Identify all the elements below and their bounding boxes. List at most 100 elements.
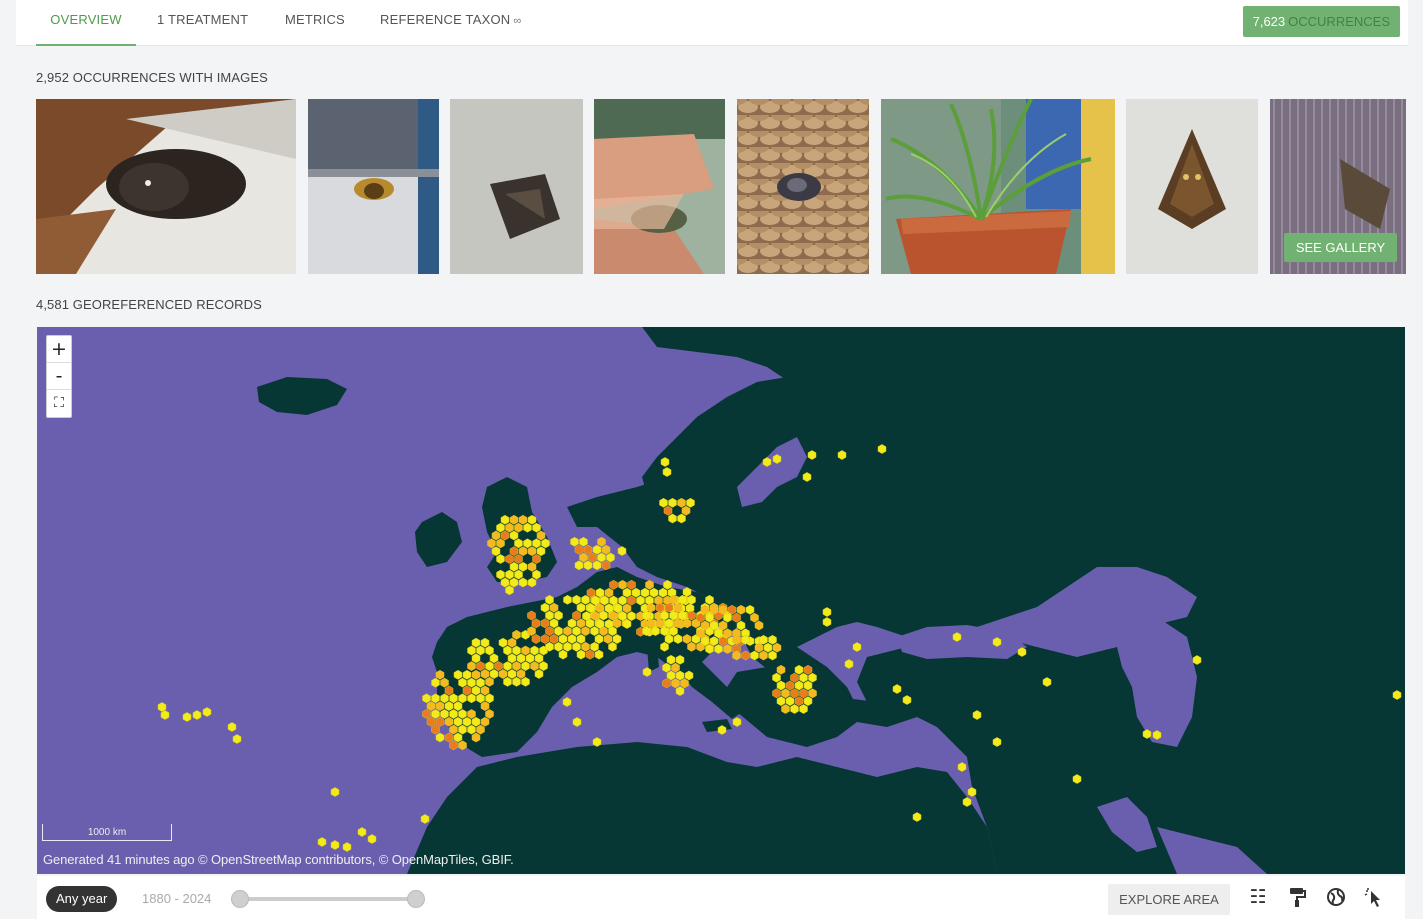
occurrence-hexbin bbox=[514, 554, 523, 564]
zoom-in-button[interactable]: + bbox=[47, 336, 71, 363]
occurrence-hexbin bbox=[367, 834, 377, 844]
occurrence-hexbin bbox=[1042, 677, 1052, 687]
paint-roller-icon[interactable] bbox=[1286, 887, 1308, 909]
occurrence-hexbin bbox=[540, 634, 550, 644]
occurrence-hexbin bbox=[570, 536, 579, 547]
occurrence-hexbin bbox=[717, 725, 727, 735]
occurrences-label: OCCURRENCES bbox=[1288, 14, 1390, 29]
occurrence-hexbin bbox=[709, 636, 719, 646]
occurrence-hexbin bbox=[604, 619, 614, 629]
occurrence-hexbin bbox=[794, 664, 804, 675]
year-slider-track[interactable] bbox=[239, 897, 417, 901]
occurrence-hexbin bbox=[684, 670, 694, 681]
occurrence-hexbin bbox=[802, 472, 812, 482]
occurrence-hexbin bbox=[317, 837, 327, 847]
fullscreen-icon[interactable]: ⛶ bbox=[47, 390, 71, 417]
occurrence-hexbin bbox=[435, 732, 445, 743]
thumbnail-1[interactable] bbox=[36, 99, 296, 274]
occurrence-hexbin bbox=[803, 680, 813, 691]
occurrence-hexbin bbox=[678, 610, 687, 621]
occurrence-hexbin bbox=[462, 685, 472, 696]
occurrences-button[interactable]: 7,623 OCCURRENCES bbox=[1242, 6, 1400, 37]
tab-reference-taxon-label: REFERENCE TAXON bbox=[380, 12, 511, 27]
occurrence-hexbin bbox=[772, 672, 781, 683]
thumbnail-3[interactable] bbox=[450, 99, 583, 274]
occurrence-hexbin bbox=[591, 611, 600, 621]
occurrence-hexbin bbox=[718, 636, 728, 646]
occurrence-hexbin bbox=[612, 634, 622, 644]
occurrence-hexbin bbox=[579, 552, 588, 563]
occurrence-hexbin bbox=[509, 577, 519, 588]
occurrence-hexbin bbox=[714, 644, 723, 654]
tab-reference-taxon[interactable]: REFERENCE TAXON ∞ bbox=[380, 0, 521, 46]
occurrence-hexbin bbox=[662, 662, 671, 673]
occurrence-hexbin bbox=[531, 618, 541, 629]
occurrence-hexbin bbox=[673, 634, 683, 644]
occurrence-hexbin bbox=[705, 612, 714, 623]
occurrence-hexbin bbox=[574, 560, 584, 571]
occurrence-hexbin bbox=[622, 619, 632, 629]
explore-area-button[interactable]: EXPLORE AREA bbox=[1108, 884, 1230, 915]
occurrence-hexbin bbox=[745, 604, 755, 615]
tab-metrics[interactable]: METRICS bbox=[285, 0, 345, 46]
year-slider-end-handle[interactable] bbox=[407, 890, 425, 908]
year-slider-start-handle[interactable] bbox=[231, 890, 249, 908]
occurrence-hexbin bbox=[675, 654, 685, 665]
occurrence-hexbin bbox=[534, 669, 544, 679]
tab-treatment[interactable]: 1 TREATMENT bbox=[157, 0, 248, 46]
occurrence-hexbin bbox=[642, 667, 652, 677]
thumbnail-7[interactable] bbox=[1126, 99, 1258, 274]
occurrence-hexbin bbox=[754, 642, 764, 653]
occurrence-hexbin bbox=[527, 626, 536, 636]
occurrence-hexbin bbox=[627, 611, 636, 621]
occurrence-hexbin bbox=[572, 717, 582, 727]
occurrence-hexbin bbox=[807, 450, 817, 460]
zoom-out-button[interactable]: - bbox=[47, 363, 71, 390]
occurrence-hexbin bbox=[480, 701, 490, 711]
cursor-select-icon[interactable] bbox=[1364, 887, 1386, 909]
occurrence-hexbin bbox=[574, 544, 584, 555]
occurrence-hexbin bbox=[675, 670, 685, 681]
tab-overview[interactable]: OVERVIEW bbox=[36, 0, 136, 46]
occurrence-hexbin bbox=[595, 587, 605, 598]
occurrence-hexbin bbox=[496, 554, 505, 564]
occurrence-hexbin bbox=[609, 595, 618, 606]
any-year-button[interactable]: Any year bbox=[46, 886, 118, 912]
occurrence-hexbin bbox=[750, 612, 759, 623]
occurrence-hexbin bbox=[458, 709, 467, 719]
thumbnail-2[interactable] bbox=[308, 99, 439, 274]
occurrence-hexbin bbox=[531, 634, 541, 644]
occurrence-hexbin bbox=[681, 505, 691, 516]
occurrence-hexbin bbox=[509, 546, 519, 557]
occurrence-hexbin bbox=[649, 587, 659, 598]
occurrence-hexbin bbox=[521, 676, 530, 687]
occurrence-hexbin bbox=[799, 704, 808, 714]
thumbnail-5[interactable] bbox=[737, 99, 869, 274]
filter-sliders-icon[interactable]: ☷ bbox=[1247, 887, 1269, 909]
occurrence-hexbin bbox=[426, 701, 436, 711]
globe-icon[interactable] bbox=[1325, 887, 1347, 909]
occurrence-hexbin bbox=[590, 626, 599, 636]
occurrence-hexbin bbox=[523, 522, 532, 533]
occurrence-hexbin bbox=[453, 716, 463, 727]
occurrence-hexbin bbox=[534, 653, 544, 664]
occurrence-hexbin bbox=[462, 669, 472, 680]
occurrence-hexbin bbox=[718, 620, 728, 631]
occurrence-hexbin bbox=[512, 661, 521, 671]
occurrence-hexbin bbox=[458, 740, 467, 751]
occurrence-hexbin bbox=[527, 514, 537, 525]
occurrence-hexbin bbox=[581, 594, 590, 605]
occurrence-hexbin bbox=[426, 716, 436, 727]
thumbnail-4[interactable] bbox=[594, 99, 725, 274]
occurrence-hexbin bbox=[627, 595, 636, 606]
occurrence-map[interactable]: + - ⛶ 1000 km Generated 41 minutes ago ©… bbox=[37, 327, 1405, 874]
occurrence-hexbin bbox=[518, 561, 528, 572]
thumbnail-6[interactable] bbox=[881, 99, 1115, 274]
occurrence-hexbin bbox=[603, 634, 613, 644]
occurrence-hexbin bbox=[545, 594, 554, 605]
occurrence-hexbin bbox=[658, 587, 668, 598]
occurrence-hexbin bbox=[471, 637, 481, 648]
occurrence-hexbin bbox=[675, 686, 685, 696]
occurrence-hexbin bbox=[583, 544, 593, 555]
see-gallery-button[interactable]: SEE GALLERY bbox=[1284, 233, 1397, 262]
